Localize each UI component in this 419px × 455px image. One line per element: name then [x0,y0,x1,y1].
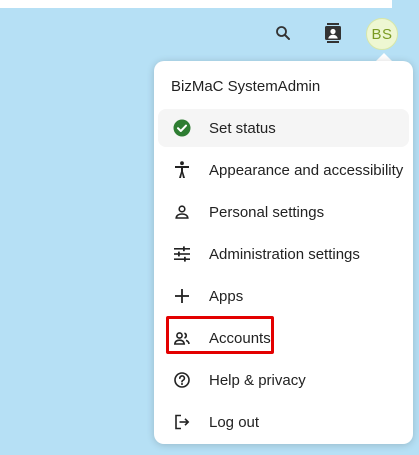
menu-item-appearance[interactable]: Appearance and accessibility [158,151,409,189]
menu-item-personal-settings[interactable]: Personal settings [158,193,409,231]
plus-icon [171,285,193,307]
menu-item-administration-settings[interactable]: Administration settings [158,235,409,273]
menu-item-label: Appearance and accessibility [209,161,404,179]
person-icon [171,201,193,223]
top-bar-strip [0,0,392,8]
logout-icon [171,411,193,433]
search-button[interactable] [266,16,300,50]
help-icon [171,369,193,391]
avatar-initials: BS [371,25,393,43]
contacts-icon [324,23,342,43]
menu-item-log-out[interactable]: Log out [158,403,409,441]
menu-item-label: Log out [209,413,260,431]
menu-user-name: BizMaC SystemAdmin [171,78,321,95]
menu-item-label: Administration settings [209,245,360,263]
menu-item-apps[interactable]: Apps [158,277,409,315]
menu-item-label: Help & privacy [209,371,306,389]
sliders-icon [171,243,193,265]
menu-item-help-privacy[interactable]: Help & privacy [158,361,409,399]
search-icon [274,24,292,42]
menu-item-label: Accounts [209,329,271,347]
accounts-icon [171,327,193,349]
avatar[interactable]: BS [366,18,398,50]
contacts-button[interactable] [316,16,350,50]
accessibility-icon [171,159,193,181]
check-circle-icon [171,117,193,139]
menu-item-label: Set status [209,119,276,137]
menu-item-label: Apps [209,287,244,305]
menu-item-accounts[interactable]: Accounts [158,319,409,357]
menu-item-label: Personal settings [209,203,325,221]
menu-item-set-status[interactable]: Set status [158,109,409,147]
user-menu: BizMaC SystemAdmin Set status Appearance… [154,61,413,444]
